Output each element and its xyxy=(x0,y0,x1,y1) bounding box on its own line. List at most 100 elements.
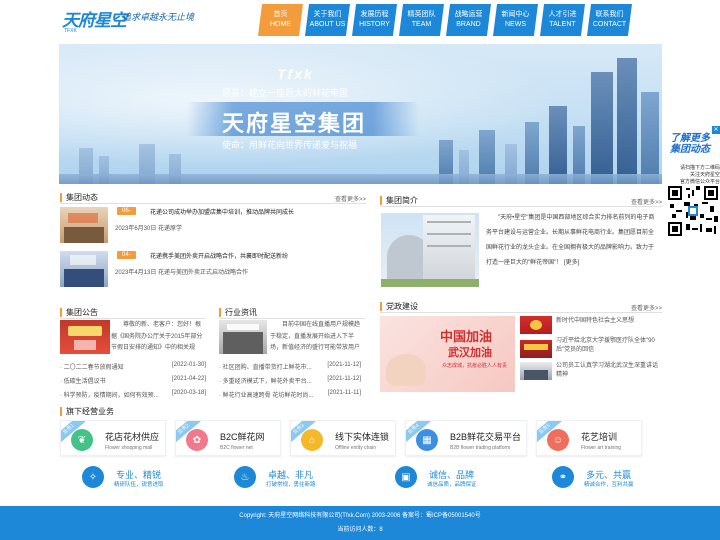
business-card[interactable]: 业务2 ✿ B2C鲜花网 B2C flower net xyxy=(175,420,281,456)
business-card[interactable]: 业务4 ▦ B2B鲜花交易平台 B2B flower trading platf… xyxy=(405,420,527,456)
news-title[interactable]: 花递公司成功举办加盟店集中培训，推动品牌共同成长 xyxy=(150,207,294,216)
nav-label: 关于我们 xyxy=(313,11,342,18)
value-item: ⚭ 多元、共赢 精诚合作，互利共赢 xyxy=(552,466,662,492)
nav-label: 联系我们 xyxy=(595,11,624,18)
nav-brand[interactable]: 战略运营 BRAND xyxy=(446,4,491,36)
industry-summary: 目前中国在线直播用户规模趋于稳定，直播发展开始进入下半场，新值经济的盛行可能带放… xyxy=(270,322,361,351)
nav-label: 战略运营 xyxy=(454,11,483,18)
news-date: 04-13 xyxy=(117,251,136,266)
business-card[interactable]: 业务3 ⌂ 线下实体连锁 Offline entity chain xyxy=(290,420,396,456)
party-item[interactable]: 习近平给北京大学援鄂医疗队全体"90后"党员的回信 xyxy=(556,337,660,354)
building xyxy=(591,72,613,184)
party-item[interactable]: 新时代中国特色社会主义思想 xyxy=(556,317,660,326)
nav-talent[interactable]: 人才引进 TALENT xyxy=(540,4,585,36)
nav-contact[interactable]: 联系我们 CONTACT xyxy=(587,4,632,36)
intro-more-link[interactable]: [更多] xyxy=(564,260,579,266)
business-card[interactable]: 业务1 ❦ 花店花材供应 Flower shopping mall xyxy=(60,420,166,456)
float-text-line: 官方微信公众平台 xyxy=(679,179,720,185)
store-icon: ⌂ xyxy=(301,429,323,451)
visitor-count: 当前访问人数：8 xyxy=(337,527,383,533)
business-en: Offline entity chain xyxy=(335,445,377,451)
handshake-icon: ⚭ xyxy=(552,466,574,488)
nav-label-en: TALENT xyxy=(549,21,576,28)
announce-thumbnail xyxy=(60,320,110,354)
news-title[interactable]: 花递携手美团外卖开启战略合作，共襄即时配送新纷 xyxy=(150,251,288,260)
leaf-icon: ❦ xyxy=(71,429,93,451)
section-title: 集团公告 xyxy=(66,308,98,317)
business-en: B2C flower net xyxy=(220,445,253,451)
building xyxy=(549,106,567,184)
slogan: 追求卓越永无止境 xyxy=(122,13,195,23)
nav-team[interactable]: 精英团队 TEAM xyxy=(399,4,444,36)
nav-home[interactable]: 首页 HOME xyxy=(258,4,303,36)
hero-banner[interactable]: Tfxk 愿景：建立一座巨大的鲜花帝国 天府星空集团 使命：用鲜花向世界传递爱与… xyxy=(59,44,662,184)
business-header: 旗下经营业务 xyxy=(60,404,662,418)
business-name: 花店花材供应 xyxy=(105,432,160,442)
banner-title: 天府星空集团 xyxy=(222,111,367,136)
item-date: [2021-04-22] xyxy=(171,376,206,382)
announce-item[interactable]: · 科学预防，疫情期间，如何有效预... [2020-03-18] xyxy=(60,390,206,399)
business-card[interactable]: 业务5 ☺ 花艺培训 Flower art training xyxy=(536,420,642,456)
industry-item[interactable]: · 社区团购、直播带货打上鲜花市... [2021-11-12] xyxy=(219,362,361,371)
news-date: 06-30 xyxy=(117,207,136,222)
item-date: [2021-11-12] xyxy=(327,376,361,382)
more-link[interactable]: 查看更多>> xyxy=(631,197,662,206)
value-sub: 精诚合作，互利共赢 xyxy=(584,482,634,488)
party-banner[interactable]: 中国加油 武汉加油 众志成城，抗疫必胜人人有责 xyxy=(380,316,515,392)
party-item[interactable]: 公司员工认真学习湖北武汉生深重讲话精神 xyxy=(556,362,660,379)
nav-news[interactable]: 新闻中心 NEWS xyxy=(493,4,538,36)
business-en: Flower art training xyxy=(581,445,622,451)
party-item-thumbnail xyxy=(520,316,552,334)
business-name: B2C鲜花网 xyxy=(220,432,265,442)
party-item-thumbnail xyxy=(520,362,552,380)
item-text: · 科学预防，疫情期间，如何有效预... xyxy=(60,393,159,399)
copyright: Copyright: 天府星空网络科技有限公司(Tfxk.Com) 2003-2… xyxy=(239,513,481,519)
intro-text: "天府•星空"集团是中国西部地区综合实力排名前列的电子商务平台建设与运营企业。长… xyxy=(486,211,658,271)
announce-item[interactable]: · 低碳生活倡议书 [2021-04-22] xyxy=(60,376,206,385)
business-en: B2B flower trading platform xyxy=(450,445,511,451)
more-link[interactable]: 查看更多>> xyxy=(631,303,662,312)
heading-bar xyxy=(60,193,62,202)
party-banner-line: 武汉加油 xyxy=(448,347,492,359)
heading-bar xyxy=(60,407,62,416)
item-date: [2020-03-18] xyxy=(171,390,206,396)
party-item-thumbnail xyxy=(520,340,552,358)
announce-item[interactable]: · 二〇二二春节放假通知 [2022-01-30] xyxy=(60,362,206,371)
group-intro-header: 集团简介 查看更多>> xyxy=(380,193,662,207)
heading-bar xyxy=(380,196,382,205)
industry-header: 行业资讯 xyxy=(219,305,365,319)
section-title: 党政建设 xyxy=(386,302,418,311)
item-date: [2022-01-30] xyxy=(171,362,206,368)
nav-label-en: CONTACT xyxy=(592,21,627,28)
more-link[interactable]: 查看更多>> xyxy=(335,194,366,203)
value-item: ♨ 卓越、非凡 打破常规，勇往新路 xyxy=(234,466,344,492)
value-item: ▣ 诚信、品牌 诚信品质，品牌保证 xyxy=(395,466,505,492)
industry-item[interactable]: · 多重经济模式下，鲜花外卖平台... [2021-11-12] xyxy=(219,376,361,385)
site-footer: Copyright: 天府星空网络科技有限公司(Tfxk.Com) 2003-2… xyxy=(0,506,720,540)
heading-bar xyxy=(380,302,382,311)
site-header: 天府星空 TFXK 追求卓越永无止境 首页 HOME 关于我们 ABOUT US 发… xyxy=(0,0,720,42)
qr-code-icon xyxy=(668,186,718,236)
item-text: · 鲜花行业高速跨骨 花坊鲜花时尚... xyxy=(219,393,314,399)
user-icon: ☺ xyxy=(547,429,569,451)
nav-history[interactable]: 发展历程 HISTORY xyxy=(352,4,397,36)
float-title-line: 了解更多 xyxy=(670,133,710,144)
intro-image xyxy=(381,213,479,287)
value-sub: 精研队伍，锐意进取 xyxy=(114,482,164,488)
intro-paragraph: "天府•星空"集团是中国西部地区综合实力排名前列的电子商务平台建设与运营企业。长… xyxy=(486,215,655,266)
announce-header: 集团公告 xyxy=(60,305,206,319)
building xyxy=(617,58,637,184)
nav-label-en: BRAND xyxy=(456,21,481,28)
business-name: 花艺培训 xyxy=(581,432,618,442)
item-text: · 社区团购、直播带货打上鲜花市... xyxy=(219,365,312,371)
business-name: 线下实体连锁 xyxy=(335,432,390,442)
business-name: B2B鲜花交易平台 xyxy=(450,432,522,442)
logo-subtitle: TFXK xyxy=(64,28,77,34)
nav-about[interactable]: 关于我们 ABOUT US xyxy=(305,4,350,36)
heading-bar xyxy=(60,308,62,317)
section-title: 旗下经营业务 xyxy=(66,407,114,416)
main-nav: 首页 HOME 关于我们 ABOUT US 发展历程 HISTORY 精英团队 TEAM… xyxy=(258,4,634,36)
nav-label-en: ABOUT US xyxy=(309,21,346,28)
industry-item[interactable]: · 鲜花行业高速跨骨 花坊鲜花时尚... [2021-11-11] xyxy=(219,390,361,399)
item-text: · 二〇二二春节放假通知 xyxy=(60,365,124,371)
